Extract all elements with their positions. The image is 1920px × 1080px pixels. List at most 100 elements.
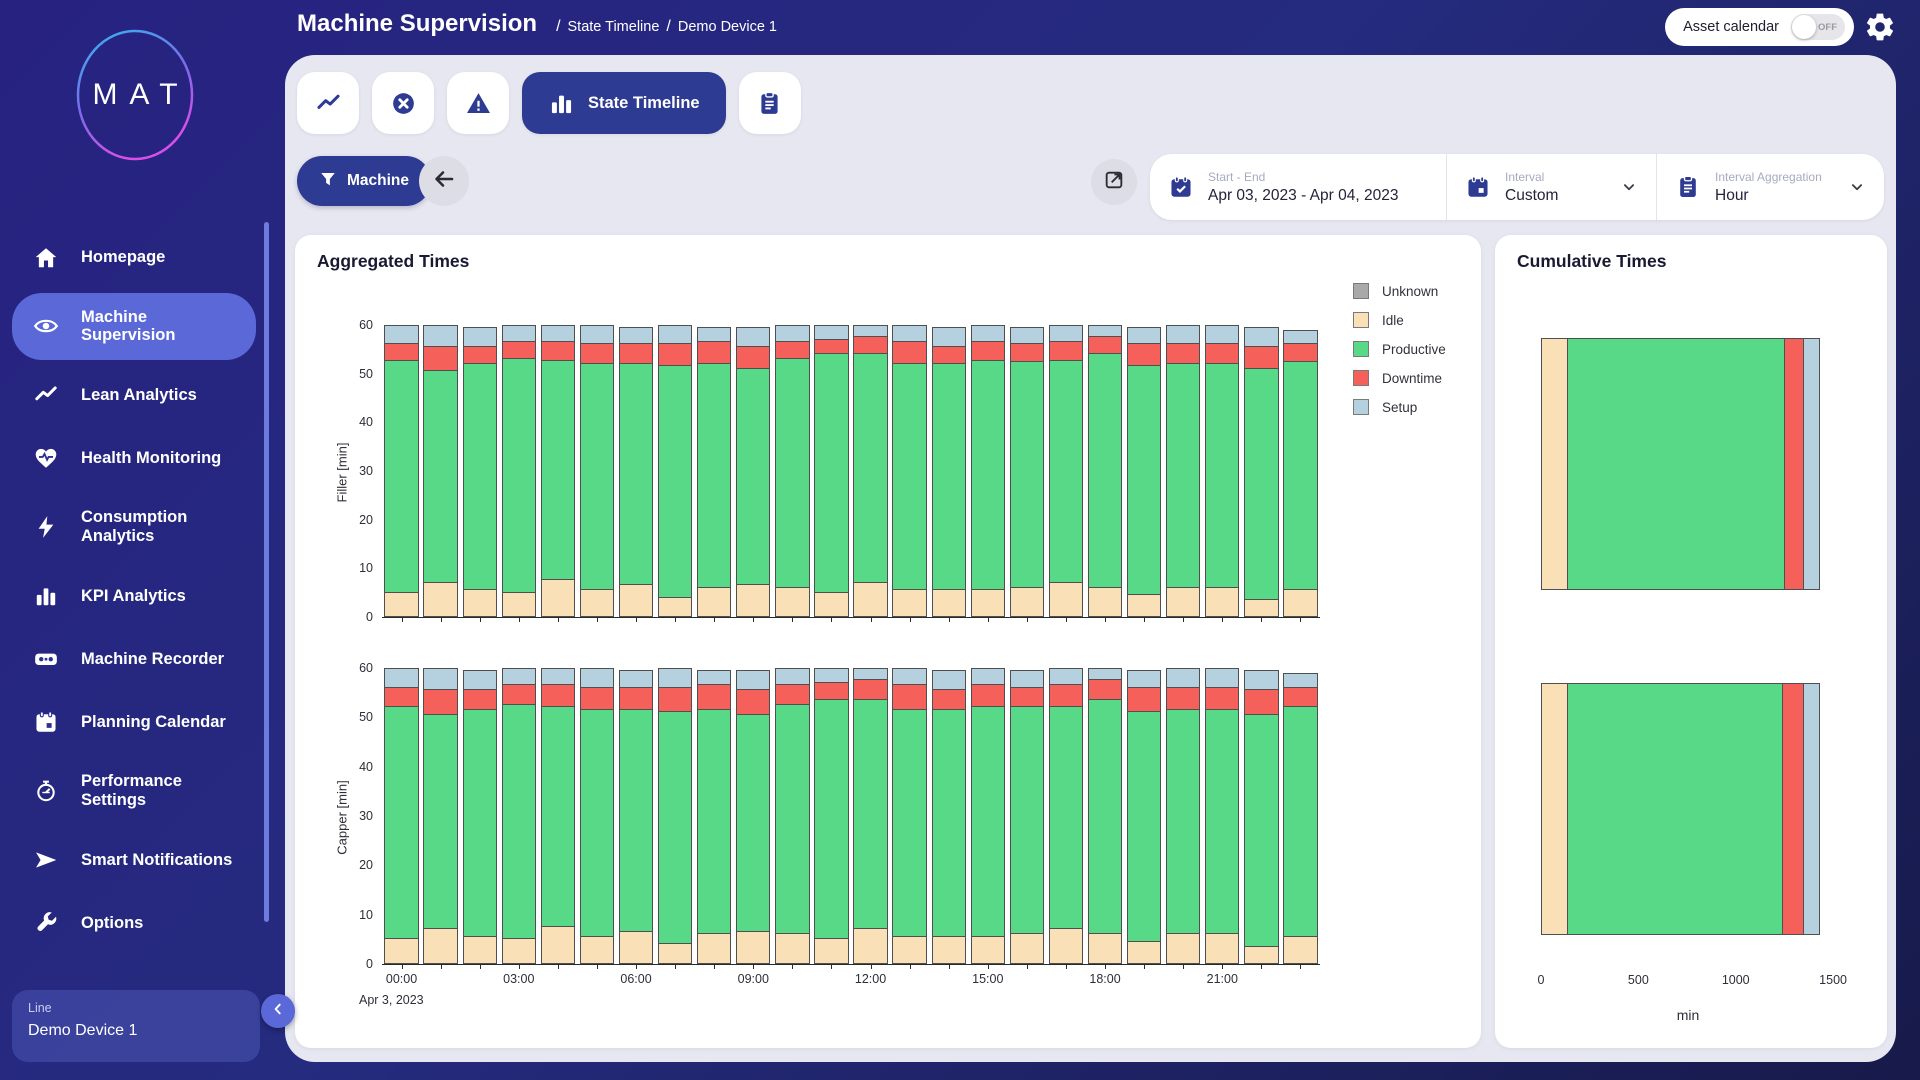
sidebar-item-machine-recorder[interactable]: Machine Recorder bbox=[0, 631, 256, 687]
breadcrumb-segment[interactable]: Demo Device 1 bbox=[678, 19, 777, 35]
bar-segment-downtime bbox=[697, 685, 731, 710]
bar-segment-setup bbox=[658, 325, 692, 344]
bar-segment-downtime bbox=[853, 337, 887, 354]
back-button[interactable] bbox=[419, 156, 469, 206]
bar-segment-setup bbox=[1244, 327, 1278, 346]
bar-segment-setup bbox=[1283, 330, 1317, 345]
export-button[interactable] bbox=[1091, 159, 1137, 205]
sidebar-item-consumption-analytics[interactable]: Consumption Analytics bbox=[0, 493, 256, 561]
bar-segment-setup bbox=[1127, 327, 1161, 344]
tab-report[interactable] bbox=[739, 72, 801, 134]
sidebar-item-smart-notifications[interactable]: Smart Notifications bbox=[0, 832, 256, 888]
filter-field-interval[interactable]: IntervalCustom bbox=[1446, 154, 1656, 220]
sidebar-item-lean-analytics[interactable]: Lean Analytics bbox=[0, 367, 256, 423]
tab-state-timeline[interactable]: State Timeline bbox=[522, 72, 726, 134]
legend-item-setup[interactable]: Setup bbox=[1353, 399, 1446, 415]
bar-segment-productive bbox=[697, 364, 731, 588]
y-tick-label: 0 bbox=[366, 610, 382, 624]
bar-segment-idle bbox=[1088, 588, 1122, 617]
legend-item-unknown[interactable]: Unknown bbox=[1353, 283, 1446, 299]
sidebar-scrollbar[interactable] bbox=[264, 222, 269, 922]
stacked-bar-02:00 bbox=[463, 670, 497, 964]
filter-field-start-end[interactable]: Start - EndApr 03, 2023 - Apr 04, 2023 bbox=[1150, 154, 1446, 220]
bar-segment-setup bbox=[463, 670, 497, 690]
sidebar-item-label: Options bbox=[81, 914, 143, 933]
legend-item-productive[interactable]: Productive bbox=[1353, 341, 1446, 357]
sidebar-item-kpi-analytics[interactable]: KPI Analytics bbox=[0, 568, 256, 624]
x-tick bbox=[597, 964, 598, 969]
bar-segment-downtime bbox=[541, 685, 575, 707]
bar-segment-downtime bbox=[1166, 344, 1200, 363]
x-tick-label: 06:00 bbox=[620, 972, 651, 986]
cumulative-bar-capper bbox=[1541, 683, 1820, 935]
asset-calendar-switch[interactable]: OFF bbox=[1791, 14, 1845, 40]
bar-segment-downtime bbox=[619, 344, 653, 363]
settings-button[interactable] bbox=[1864, 11, 1898, 45]
bar-segment-downtime bbox=[658, 344, 692, 366]
sidebar-item-health-monitoring[interactable]: Health Monitoring bbox=[0, 430, 256, 486]
bar-segment-productive bbox=[814, 354, 848, 592]
x-tick bbox=[1066, 617, 1067, 622]
sidebar-item-machine-supervision[interactable]: Machine Supervision bbox=[12, 293, 256, 361]
cumulative-x-axis-label: min bbox=[1677, 1007, 1700, 1023]
filler-stacked-chart: 0102030405060 bbox=[382, 325, 1320, 618]
x-tick bbox=[558, 964, 559, 969]
bar-segment-idle bbox=[1205, 934, 1239, 964]
asset-calendar-toggle-pill[interactable]: Asset calendar OFF bbox=[1665, 8, 1854, 46]
bar-segment-idle bbox=[541, 927, 575, 964]
sidebar-collapse-button[interactable] bbox=[261, 994, 295, 1028]
sidebar-item-homepage[interactable]: Homepage bbox=[0, 230, 256, 286]
machine-filter-button[interactable]: Machine bbox=[297, 156, 431, 206]
chart-legend: Unknown Idle Productive Downtime Setup bbox=[1353, 283, 1446, 415]
bar-segment-downtime bbox=[580, 688, 614, 710]
bar-segment-downtime bbox=[1049, 342, 1083, 361]
legend-item-downtime[interactable]: Downtime bbox=[1353, 370, 1446, 386]
stacked-bar-22:00 bbox=[1244, 327, 1278, 617]
device-panel[interactable]: Line Demo Device 1 bbox=[12, 990, 260, 1062]
filter-settings-bar: Start - EndApr 03, 2023 - Apr 04, 2023In… bbox=[1150, 154, 1884, 220]
bar-segment-idle bbox=[1127, 942, 1161, 964]
tab-warnings[interactable] bbox=[447, 72, 509, 134]
bar-segment-productive bbox=[1088, 354, 1122, 588]
bar-segment-idle bbox=[423, 929, 457, 964]
bar-segment-downtime bbox=[423, 347, 457, 371]
trend-icon bbox=[315, 90, 342, 117]
x-tick bbox=[1183, 964, 1184, 969]
sidebar-item-planning-calendar[interactable]: Planning Calendar bbox=[0, 694, 256, 750]
calendar-check-icon bbox=[1168, 174, 1194, 200]
x-tick bbox=[949, 617, 950, 622]
wrench-icon bbox=[33, 910, 59, 936]
x-tick bbox=[441, 964, 442, 969]
bar-segment-productive bbox=[619, 710, 653, 932]
bar-segment-downtime bbox=[1244, 347, 1278, 369]
sidebar-item-performance-settings[interactable]: Performance Settings bbox=[0, 757, 256, 825]
breadcrumb-segment[interactable]: State Timeline bbox=[568, 19, 660, 35]
bar-segment-productive bbox=[1244, 369, 1278, 600]
legend-item-idle[interactable]: Idle bbox=[1353, 312, 1446, 328]
legend-swatch bbox=[1353, 399, 1369, 415]
sidebar-item-options[interactable]: Options bbox=[0, 895, 256, 951]
bar-segment-setup bbox=[1205, 668, 1239, 688]
bar-segment-idle bbox=[892, 937, 926, 964]
stacked-bar-16:00 bbox=[1010, 327, 1044, 617]
x-tick-label: 15:00 bbox=[972, 972, 1003, 986]
legend-swatch bbox=[1353, 341, 1369, 357]
tab-trend[interactable] bbox=[297, 72, 359, 134]
asset-calendar-label: Asset calendar bbox=[1683, 19, 1779, 35]
bar-segment-downtime bbox=[697, 342, 731, 364]
legend-swatch bbox=[1353, 312, 1369, 328]
bar-segment-idle bbox=[384, 593, 418, 617]
x-tick bbox=[1183, 617, 1184, 622]
machine-filter-label: Machine bbox=[347, 172, 409, 190]
x-tick bbox=[402, 617, 403, 622]
y-axis-title-filler: Filler [min] bbox=[335, 418, 350, 528]
x-tick bbox=[1144, 617, 1145, 622]
bar-segment-idle bbox=[423, 583, 457, 617]
tab-errors[interactable] bbox=[372, 72, 434, 134]
y-tick-label: 60 bbox=[359, 661, 382, 675]
x-tick bbox=[636, 617, 637, 622]
filter-field-interval-aggregation[interactable]: Interval AggregationHour bbox=[1656, 154, 1884, 220]
chevron-down-icon bbox=[1848, 178, 1866, 196]
bar-segment-idle bbox=[1010, 934, 1044, 964]
bar-segment-productive bbox=[463, 364, 497, 590]
